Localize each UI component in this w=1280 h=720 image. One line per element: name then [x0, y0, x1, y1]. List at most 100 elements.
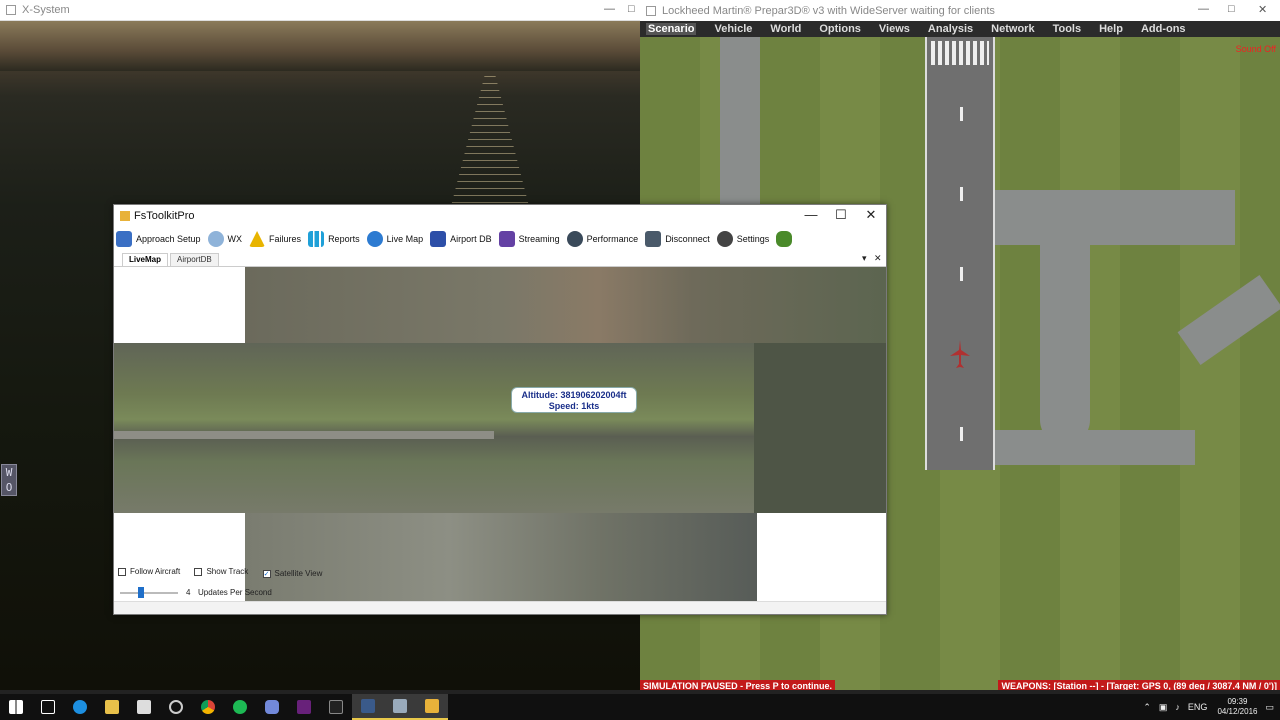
- live-map[interactable]: Altitude: 381906202004ft Speed: 1kts: [114, 267, 886, 601]
- explorer-taskbar-button[interactable]: [384, 694, 416, 720]
- visual-studio-button[interactable]: [288, 694, 320, 720]
- centerline-mark: [960, 107, 963, 121]
- menu-tools[interactable]: Tools: [1053, 23, 1082, 35]
- menu-views[interactable]: Views: [879, 23, 910, 35]
- altitude-readout: Altitude: 381906202004ft: [521, 390, 627, 400]
- discord-button[interactable]: [256, 694, 288, 720]
- menu-world[interactable]: World: [770, 23, 801, 35]
- live-map-button[interactable]: Live Map: [366, 231, 423, 247]
- menu-options[interactable]: Options: [819, 23, 861, 35]
- chevron-down-icon[interactable]: ▾: [862, 253, 867, 264]
- fstk-taskbar-button[interactable]: [416, 694, 448, 720]
- store-button[interactable]: [128, 694, 160, 720]
- approach-setup-button[interactable]: Approach Setup: [116, 231, 201, 247]
- edge-button[interactable]: [64, 694, 96, 720]
- gauge-icon: [566, 231, 583, 247]
- update-rate-label: Updates Per Second: [198, 588, 272, 597]
- close-tab-icon[interactable]: ✕: [874, 253, 882, 264]
- runway: [925, 37, 995, 470]
- clock[interactable]: 09:39 04/12/2016: [1217, 697, 1257, 717]
- system-tray: ⌃ ▣ ♪ ENG 09:39 04/12/2016 ▭: [1135, 694, 1274, 720]
- window-icon: [6, 5, 16, 15]
- twitch-icon: [498, 231, 515, 247]
- clock-time: 09:39: [1227, 697, 1248, 706]
- notifications-icon[interactable]: ▭: [1265, 702, 1274, 713]
- spotify-icon: [233, 700, 247, 714]
- taxiway: [995, 430, 1195, 465]
- chevron-up-icon[interactable]: ⌃: [1143, 702, 1151, 713]
- close-button[interactable]: ✕: [1258, 3, 1267, 16]
- follow-aircraft-checkbox[interactable]: Follow Aircraft: [118, 567, 180, 576]
- taxiway: [1040, 245, 1090, 445]
- slider-thumb[interactable]: [138, 587, 144, 598]
- volume-icon[interactable]: ♪: [1175, 702, 1180, 712]
- aircraft-tooltip: Altitude: 381906202004ft Speed: 1kts: [511, 387, 637, 413]
- wo-o: O: [5, 481, 13, 494]
- checkbox-icon: [194, 567, 203, 576]
- p3d-menubar: Scenario Vehicle World Options Views Ana…: [640, 21, 1280, 37]
- clock-date: 04/12/2016: [1217, 707, 1258, 716]
- close-button[interactable]: ✕: [856, 205, 886, 225]
- chrome-icon: [201, 700, 215, 714]
- tab-airportdb[interactable]: AirportDB: [170, 253, 219, 266]
- menu-help[interactable]: Help: [1099, 23, 1123, 35]
- fstoolkit-title: FsToolkitPro: [134, 210, 195, 222]
- file-explorer-button[interactable]: [96, 694, 128, 720]
- window-icon: [646, 5, 656, 16]
- centerline-mark: [960, 187, 963, 201]
- approach-icon: [116, 231, 132, 247]
- spotify-button[interactable]: [224, 694, 256, 720]
- airport-db-button[interactable]: Airport DB: [430, 231, 492, 247]
- chrome-button[interactable]: [192, 694, 224, 720]
- language-indicator[interactable]: ENG: [1188, 702, 1208, 712]
- bug-report-button[interactable]: [776, 231, 796, 247]
- reports-button[interactable]: Reports: [308, 231, 360, 247]
- menu-scenario[interactable]: Scenario: [646, 23, 697, 35]
- task-view-button[interactable]: [32, 694, 64, 720]
- tab-livemap[interactable]: LiveMap: [122, 253, 169, 266]
- failures-button[interactable]: Failures: [249, 231, 301, 247]
- menu-addons[interactable]: Add-ons: [1141, 23, 1186, 35]
- fstoolkit-app-icon: [120, 211, 130, 221]
- start-button[interactable]: [0, 694, 32, 720]
- wo-indicator: W O: [1, 464, 17, 496]
- satellite-view-checkbox[interactable]: ✓ Satellite View: [262, 569, 322, 578]
- menu-vehicle[interactable]: Vehicle: [714, 23, 752, 35]
- network-icon[interactable]: ▣: [1159, 702, 1168, 713]
- settings-button[interactable]: Settings: [716, 231, 769, 247]
- show-track-checkbox[interactable]: Show Track: [194, 567, 248, 576]
- map-tile: [245, 267, 886, 347]
- windows-icon: [9, 700, 23, 714]
- minimize-button[interactable]: —: [796, 205, 826, 225]
- performance-button[interactable]: Performance: [566, 231, 638, 247]
- gear-icon: [716, 231, 733, 247]
- menu-analysis[interactable]: Analysis: [928, 23, 973, 35]
- menu-network[interactable]: Network: [991, 23, 1034, 35]
- app-icon: [169, 700, 183, 714]
- wx-button[interactable]: WX: [207, 231, 242, 247]
- centerline-mark: [960, 427, 963, 441]
- fstoolkit-tabs: LiveMap AirportDB ▾ ✕: [114, 253, 886, 267]
- maximize-button[interactable]: □: [1228, 3, 1235, 15]
- centerline-mark: [960, 267, 963, 281]
- app-button[interactable]: [160, 694, 192, 720]
- disconnect-button[interactable]: Disconnect: [645, 231, 710, 247]
- runway-lights: [450, 70, 530, 210]
- sky-horizon: [0, 21, 640, 71]
- update-rate-slider[interactable]: [120, 592, 178, 594]
- minimize-button[interactable]: —: [1198, 3, 1209, 15]
- minimize-button[interactable]: —: [604, 3, 615, 15]
- checkmark-icon: ✓: [262, 569, 271, 578]
- terminal-button[interactable]: [320, 694, 352, 720]
- discord-icon: [265, 700, 279, 714]
- p3d-taskbar-button[interactable]: [352, 694, 384, 720]
- folder-icon: [105, 700, 119, 714]
- streaming-button[interactable]: Streaming: [498, 231, 560, 247]
- xsystem-titlebar: X-System — □: [0, 0, 640, 21]
- visual-studio-icon: [297, 700, 311, 714]
- map-tile: [245, 513, 757, 601]
- maximize-button[interactable]: □: [628, 3, 635, 15]
- taxiway: [995, 190, 1235, 245]
- weapons-banner: WEAPONS: [Station --] - [Target: GPS 0, …: [998, 680, 1280, 690]
- maximize-button[interactable]: ☐: [826, 205, 856, 225]
